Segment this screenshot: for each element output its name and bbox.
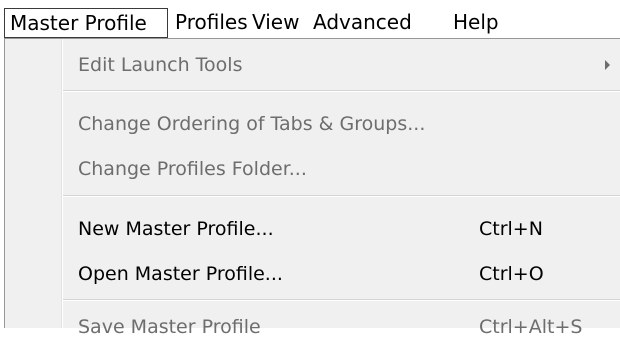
menu-separator — [63, 299, 620, 301]
menubar-master-profile[interactable]: Master Profile — [4, 8, 168, 38]
menu-item-label: Change Ordering of Tabs & Groups... — [78, 113, 426, 135]
menu-item-open-master-profile[interactable]: Open Master Profile... Ctrl+O — [5, 254, 620, 294]
menu-item-label: Open Master Profile... — [78, 263, 283, 285]
menu-item-label: Edit Launch Tools — [78, 54, 243, 76]
menu-item-shortcut: Ctrl+N — [479, 218, 543, 240]
menubar-advanced[interactable]: Advanced — [308, 8, 417, 38]
menu-item-label: Save Master Profile — [78, 316, 261, 338]
menu-item-shortcut: Ctrl+Alt+S — [479, 316, 583, 338]
menubar-view[interactable]: View — [247, 8, 304, 38]
menubar-profiles[interactable]: Profiles — [170, 8, 253, 38]
menu-item-save-master-profile[interactable]: Save Master Profile Ctrl+Alt+S — [5, 307, 620, 347]
menu-separator — [63, 195, 620, 197]
menu-item-new-master-profile[interactable]: New Master Profile... Ctrl+N — [5, 209, 620, 249]
menubar-help[interactable]: Help — [448, 8, 504, 38]
menu-item-change-profiles-folder[interactable]: Change Profiles Folder... — [5, 149, 620, 189]
master-profile-dropdown-menu: Edit Launch Tools Change Ordering of Tab… — [4, 38, 620, 338]
menu-separator — [63, 90, 620, 92]
menu-item-change-ordering[interactable]: Change Ordering of Tabs & Groups... — [5, 104, 620, 144]
menu-bar: Master Profile Profiles View Advanced He… — [0, 0, 620, 42]
submenu-arrow-icon — [605, 60, 610, 70]
menu-item-label: Change Profiles Folder... — [78, 158, 307, 180]
menu-item-label: New Master Profile... — [78, 218, 274, 240]
menu-item-edit-launch-tools[interactable]: Edit Launch Tools — [5, 45, 620, 85]
menu-item-shortcut: Ctrl+O — [479, 263, 544, 285]
